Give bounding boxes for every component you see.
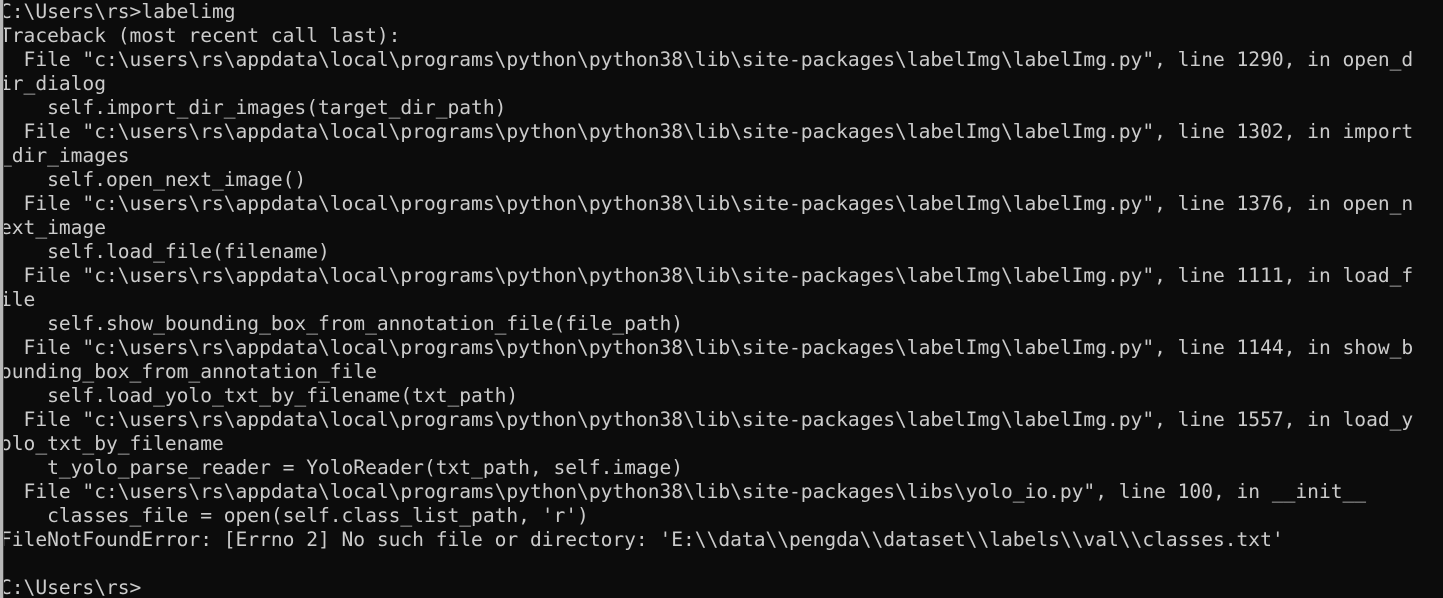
console-line: Traceback (most recent call last): — [0, 24, 401, 47]
console-line: self.load_yolo_txt_by_filename(txt_path) — [0, 384, 519, 407]
console-line: ext_image — [0, 216, 106, 239]
console-line: C:\Users\rs>labelimg — [0, 0, 236, 23]
console-line: File "c:\users\rs\appdata\local\programs… — [0, 192, 1414, 215]
console-line: FileNotFoundError: [Errno 2] No such fil… — [0, 528, 1284, 551]
console-line: C:\Users\rs> — [0, 576, 142, 598]
console-line: ir_dialog — [0, 72, 106, 95]
console-line: self.open_next_image() — [0, 168, 307, 191]
window-left-scroll-gutter[interactable] — [0, 0, 4, 598]
console-line: ile — [0, 288, 36, 311]
console-line: File "c:\users\rs\appdata\local\programs… — [0, 336, 1414, 359]
console-line: File "c:\users\rs\appdata\local\programs… — [0, 264, 1414, 287]
console-line: File "c:\users\rs\appdata\local\programs… — [0, 408, 1414, 431]
console-line: self.import_dir_images(target_dir_path) — [0, 96, 507, 119]
console-line: classes_file = open(self.class_list_path… — [0, 504, 589, 527]
console-line: _dir_images — [0, 144, 130, 167]
console-line: t_yolo_parse_reader = YoloReader(txt_pat… — [0, 456, 684, 479]
console-line: self.show_bounding_box_from_annotation_f… — [0, 312, 684, 335]
console-line: File "c:\users\rs\appdata\local\programs… — [0, 48, 1414, 71]
console-line: self.load_file(filename) — [0, 240, 330, 263]
console-line: olo_txt_by_filename — [0, 432, 224, 455]
console-line: File "c:\users\rs\appdata\local\programs… — [0, 480, 1367, 503]
console-line: File "c:\users\rs\appdata\local\programs… — [0, 120, 1414, 143]
command-prompt-window[interactable]: C:\Users\rs>labelimg Traceback (most rece… — [0, 0, 1443, 598]
console-output-text[interactable]: C:\Users\rs>labelimg Traceback (most rece… — [0, 0, 1443, 598]
console-line: ounding_box_from_annotation_file — [0, 360, 377, 383]
